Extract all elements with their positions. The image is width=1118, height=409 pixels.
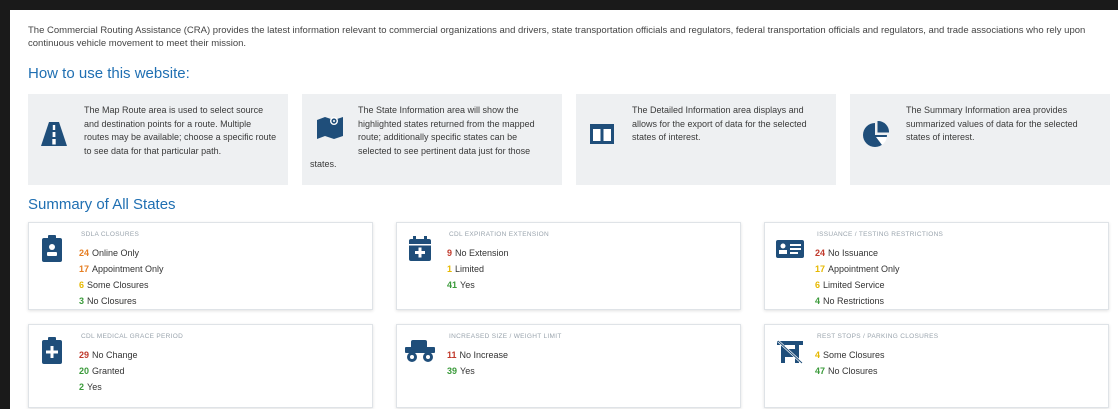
stat-row: 17 Appointment Only [815,264,900,274]
intro-text: The Commercial Routing Assistance (CRA) … [28,25,1086,49]
stat-row: 4 No Restrictions [815,296,885,306]
stat-row: 47 No Closures [815,366,878,376]
stat-row: 3 No Closures [79,296,137,306]
stat-row: 9 No Extension [447,248,509,258]
stat-row: 24 No Issuance [815,248,879,258]
how-card-text-tail: states. [310,159,337,169]
summary-heading: Summary of All States [28,196,176,213]
stat-card-title: SDLA CLOSURES [81,231,140,238]
stat-row: 39 Yes [447,366,475,376]
stat-row: 6 Some Closures [79,280,149,290]
stat-card-issuance-testing: ISSUANCE / TESTING RESTRICTIONS 24 No Iss… [764,222,1109,310]
stat-card-title: CDL EXPIRATION EXTENSION [449,231,550,238]
how-card-text: The State Information area will show the… [358,105,535,156]
stat-row: 24 Online Only [79,248,140,258]
stat-row: 41 Yes [447,280,475,290]
stat-card-rest-stops-parking: REST STOPS / PARKING CLOSURES 4 Some Clos… [764,324,1109,408]
how-card-text: The Summary Information area provides su… [906,105,1078,142]
calendar-plus-icon [407,235,433,263]
stat-card-title: REST STOPS / PARKING CLOSURES [817,333,939,340]
stat-card-cdl-expiration-extension: CDL EXPIRATION EXTENSION 9 No Extension 1… [396,222,741,310]
id-card-icon [775,235,805,263]
stat-row: 1 Limited [447,264,485,274]
stat-card-increased-size-weight: INCREASED SIZE / WEIGHT LIMIT 11 No Incre… [396,324,741,408]
stat-row: 6 Limited Service [815,280,885,290]
how-card-text: The Map Route area is used to select sou… [84,105,277,156]
how-card-state-info: The State Information area will show the… [302,94,562,185]
truck-icon [403,337,437,365]
stat-row: 4 Some Closures [815,350,885,360]
stat-card-sdla-closures: SDLA CLOSURES 24 Online Only 17 Appointmen… [28,222,373,310]
how-card-text: The Detailed Information area displays a… [632,105,807,142]
stat-card-title: INCREASED SIZE / WEIGHT LIMIT [449,333,562,340]
stat-row: 20 Granted [79,366,125,376]
how-to-use-heading: How to use this website: [28,65,190,82]
clipboard-id-icon [39,235,65,263]
stat-row: 29 No Change [79,350,138,360]
stat-card-title: CDL MEDICAL GRACE PERIOD [81,333,184,340]
pie-chart-icon [862,120,890,148]
road-icon [40,120,68,148]
rest-stop-closed-icon [775,337,805,365]
stat-row: 2 Yes [79,382,102,392]
stat-card-cdl-medical-grace: CDL MEDICAL GRACE PERIOD 29 No Change 20 G… [28,324,373,408]
how-card-detailed-info: The Detailed Information area displays a… [576,94,836,185]
table-columns-icon [588,120,616,148]
stat-row: 11 No Increase [447,350,509,360]
map-icon [316,112,344,140]
page-frame: The Commercial Routing Assistance (CRA) … [10,10,1118,409]
how-card-summary-info: The Summary Information area provides su… [850,94,1110,185]
stat-card-title: ISSUANCE / TESTING RESTRICTIONS [817,231,944,238]
how-card-map-route: The Map Route area is used to select sou… [28,94,288,185]
stat-row: 17 Appointment Only [79,264,164,274]
medical-clipboard-icon [39,337,65,365]
